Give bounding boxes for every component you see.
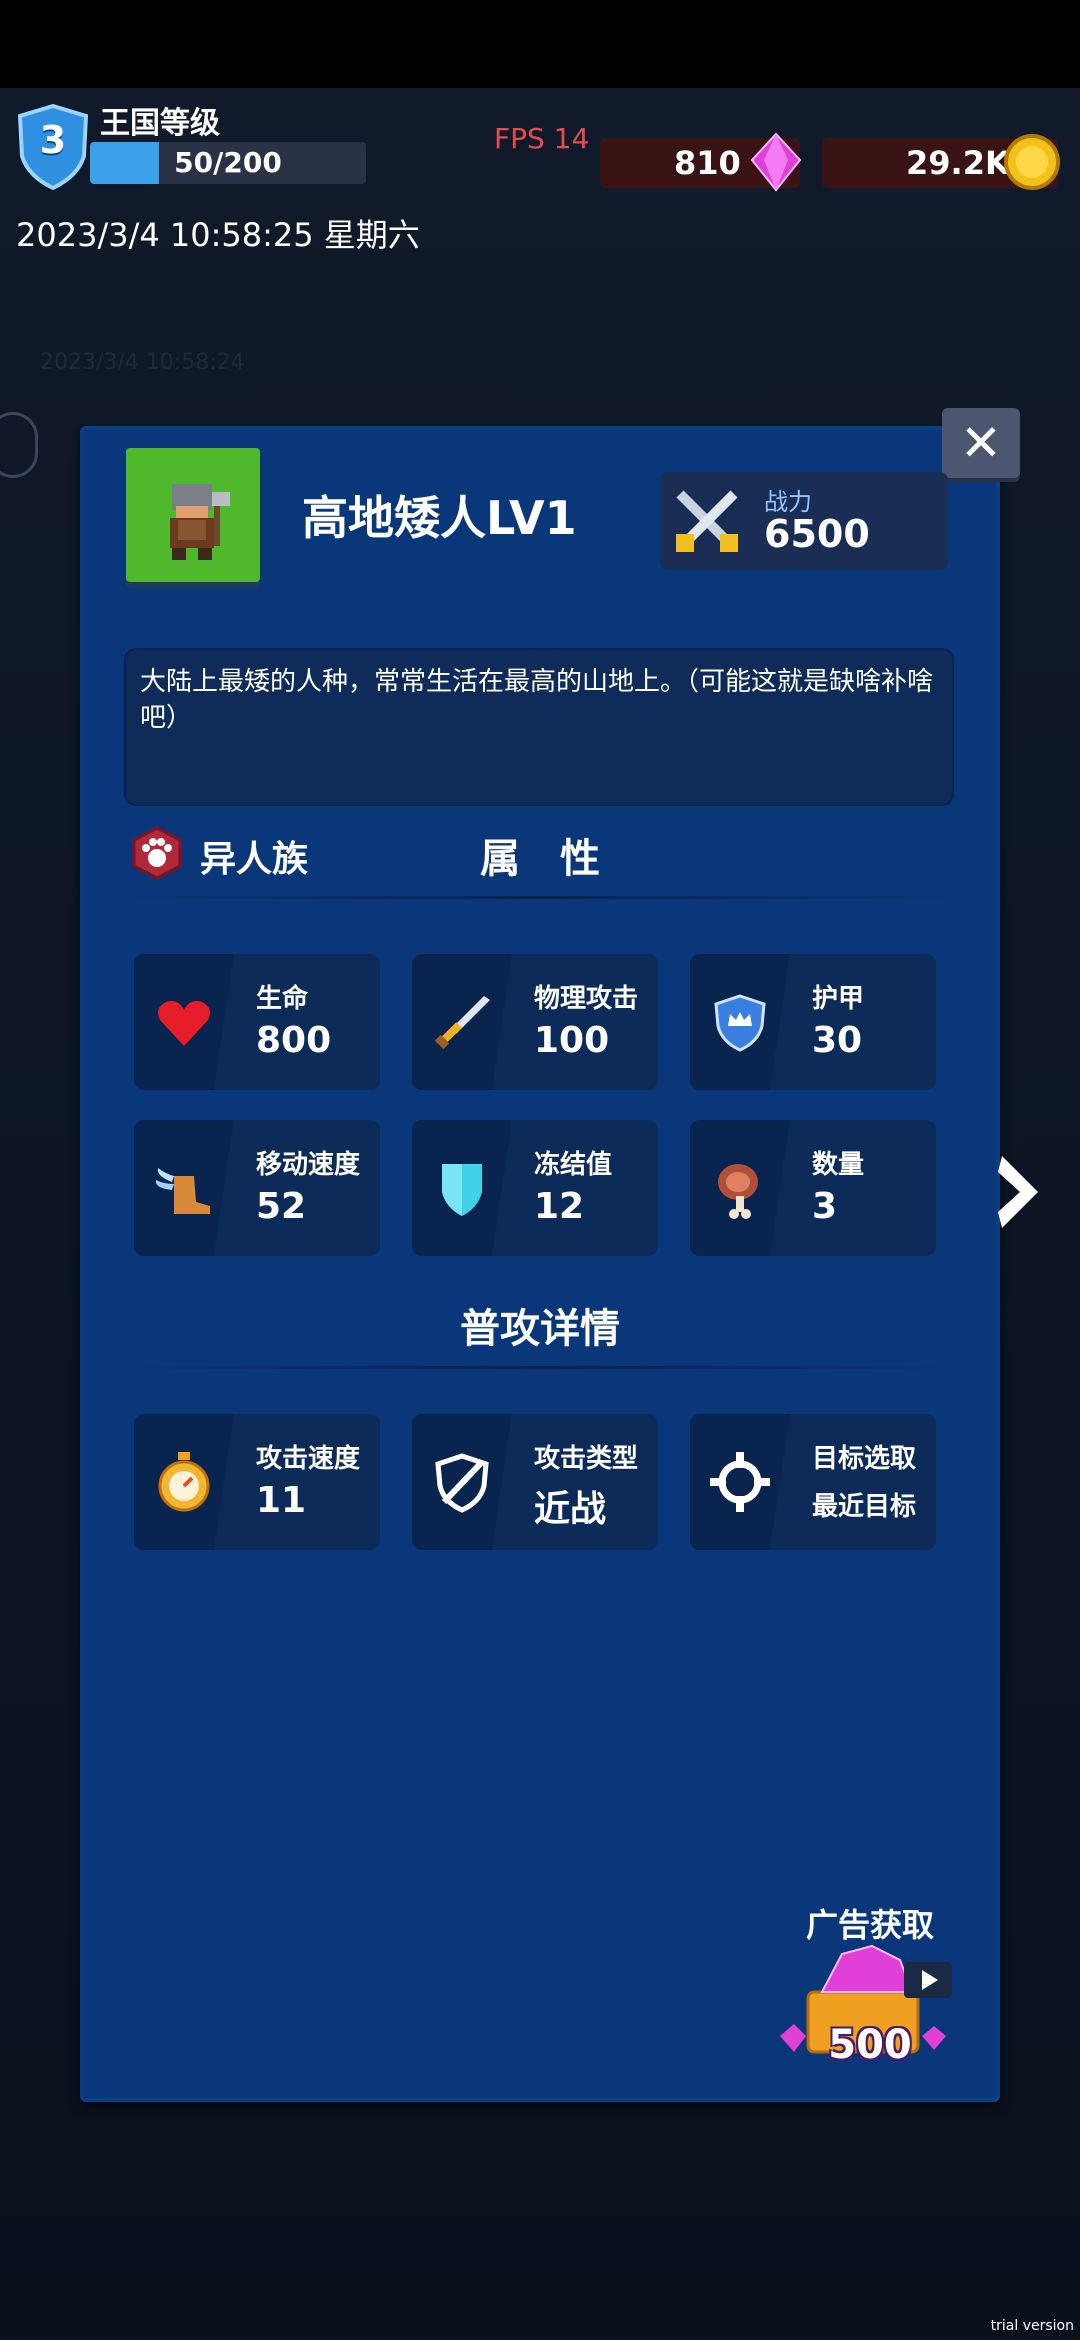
stat-value: 30 [812, 1020, 863, 1061]
crossed-swords-icon [676, 490, 738, 552]
gold-amount: 29.2K [906, 144, 1010, 182]
stat-card-move-speed: 移动速度 52 [134, 1120, 380, 1256]
attack-value: 最近目标 [812, 1492, 917, 1522]
stopwatch-icon [158, 1452, 210, 1512]
winged-boot-icon [155, 1168, 210, 1214]
stat-card-hp: 生命 800 [134, 954, 380, 1090]
section-divider [130, 896, 950, 899]
close-button[interactable]: ✕ [942, 408, 1020, 478]
close-icon: ✕ [960, 414, 1002, 472]
stat-value: 52 [256, 1186, 307, 1227]
gold-coin-icon [1004, 134, 1060, 190]
section-divider [130, 1366, 950, 1369]
heart-icon [158, 1001, 210, 1046]
stat-value: 800 [256, 1020, 332, 1061]
kingdom-level-title: 王国等级 [100, 106, 220, 141]
crosshair-icon [710, 1452, 770, 1512]
stat-label: 冻结值 [534, 1150, 613, 1180]
status-bar [0, 0, 1080, 88]
stat-card-armor: 护甲 30 [690, 954, 936, 1090]
unit-portrait [126, 448, 260, 582]
kingdom-xp-text: 50/200 [174, 146, 282, 179]
attack-card-type: 攻击类型 近战 [412, 1414, 658, 1550]
stat-card-quantity: 数量 3 [690, 1120, 936, 1256]
stat-label: 生命 [256, 984, 309, 1014]
attack-label: 攻击速度 [256, 1444, 361, 1474]
datetime-text: 2023/3/4 10:58:25 星期六 [16, 216, 420, 254]
background-text: 2023/3/4 10:58:24 [40, 350, 245, 375]
combat-power-value: 6500 [764, 512, 870, 556]
kingdom-xp-bar: 50/200 [90, 142, 366, 184]
meat-icon [718, 1164, 758, 1219]
gem-amount: 810 [674, 144, 741, 182]
attributes-title: 属 性 [480, 836, 600, 882]
attack-value: 近战 [534, 1489, 607, 1530]
attack-value: 11 [256, 1480, 307, 1521]
sword-shield-icon [435, 1453, 489, 1513]
stat-label: 数量 [812, 1150, 865, 1180]
stat-card-freeze: 冻结值 12 [412, 1120, 658, 1256]
fps-counter: FPS 14 [494, 122, 590, 155]
stat-value: 3 [812, 1186, 838, 1227]
attack-card-speed: 攻击速度 11 [134, 1414, 380, 1550]
watermark-text: trial version [990, 2318, 1074, 2334]
ad-reward-amount: 500 [828, 2022, 912, 2068]
gold-counter[interactable]: 29.2K [822, 134, 1060, 190]
unit-name: 高地矮人LV1 [302, 491, 577, 545]
attack-card-target: 目标选取 最近目标 [690, 1414, 936, 1550]
combat-power-box: 战力 6500 [660, 472, 948, 570]
unit-description: 大陆上最矮的人种，常常生活在最高的山地上。（可能这就是缺啥补啥吧） [124, 648, 954, 806]
gem-icon [750, 132, 802, 192]
attack-label: 目标选取 [812, 1444, 917, 1474]
sword-icon [434, 996, 490, 1050]
stat-label: 护甲 [812, 984, 865, 1014]
ice-shield-icon [442, 1164, 482, 1216]
stat-value: 100 [534, 1020, 610, 1061]
gem-counter[interactable]: 810 [600, 132, 802, 192]
shield-crown-icon [714, 994, 766, 1052]
attack-label: 攻击类型 [534, 1444, 639, 1474]
background-avatar [0, 412, 38, 478]
attack-details-title: 普攻详情 [460, 1306, 620, 1352]
dwarf-warrior-icon [170, 484, 230, 560]
next-page-arrow[interactable] [996, 1152, 1042, 1232]
stat-card-physical-attack: 物理攻击 100 [412, 954, 658, 1090]
stat-label: 移动速度 [256, 1150, 361, 1180]
level-number: 3 [39, 118, 67, 162]
stat-value: 12 [534, 1186, 585, 1227]
stat-label: 物理攻击 [534, 984, 639, 1014]
